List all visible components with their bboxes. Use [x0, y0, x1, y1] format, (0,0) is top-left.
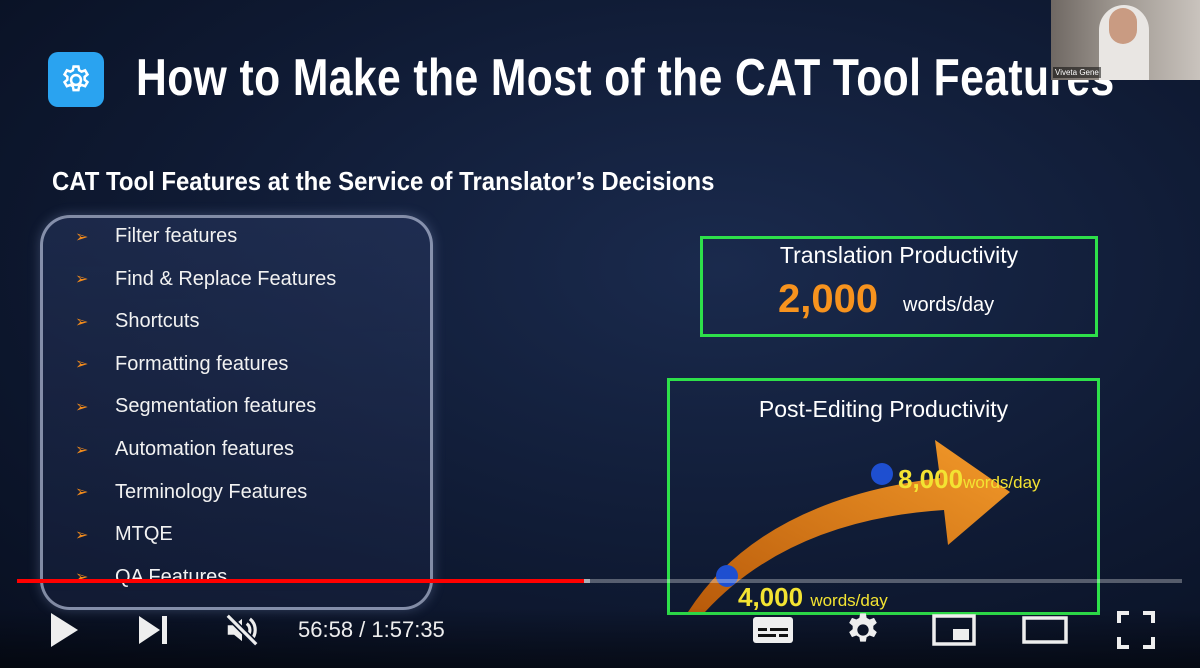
post-editing-low-value: 4,000 words/day — [738, 582, 888, 613]
settings-gear-icon — [849, 613, 877, 642]
play-icon — [51, 613, 78, 647]
low-point-marker — [716, 565, 738, 587]
played-bar — [17, 579, 585, 583]
presenter-face — [1109, 8, 1137, 44]
subtitles-button[interactable] — [750, 612, 796, 648]
volume-muted-icon — [225, 613, 259, 647]
fullscreen-icon — [1117, 611, 1155, 649]
next-icon — [139, 616, 167, 644]
fullscreen-button[interactable] — [1114, 610, 1158, 650]
high-value: 8,000 — [898, 464, 964, 494]
next-button[interactable] — [134, 614, 172, 646]
mute-button[interactable] — [222, 611, 262, 649]
low-value: 4,000 — [738, 582, 804, 612]
play-button[interactable] — [44, 612, 84, 648]
post-editing-high-value: 8,000words/day — [898, 464, 1041, 495]
miniplayer-icon — [932, 614, 976, 646]
theater-mode-button[interactable] — [1020, 612, 1070, 648]
progress-bar[interactable] — [17, 579, 1182, 583]
settings-button[interactable] — [842, 610, 884, 650]
growth-arrow — [688, 440, 1010, 612]
slide: How to Make the Most of the CAT Tool Fea… — [0, 0, 1200, 668]
high-point-marker — [871, 463, 893, 485]
high-unit: words/day — [963, 473, 1041, 492]
presenter-name: Viveta Gene — [1053, 67, 1101, 78]
low-unit: words/day — [810, 591, 888, 610]
theater-icon — [1022, 616, 1068, 644]
time-display: 56:58 / 1:57:35 — [298, 617, 445, 642]
subtitles-icon — [753, 617, 793, 643]
webcam-overlay: Viveta Gene — [1051, 0, 1200, 80]
miniplayer-button[interactable] — [930, 612, 978, 648]
